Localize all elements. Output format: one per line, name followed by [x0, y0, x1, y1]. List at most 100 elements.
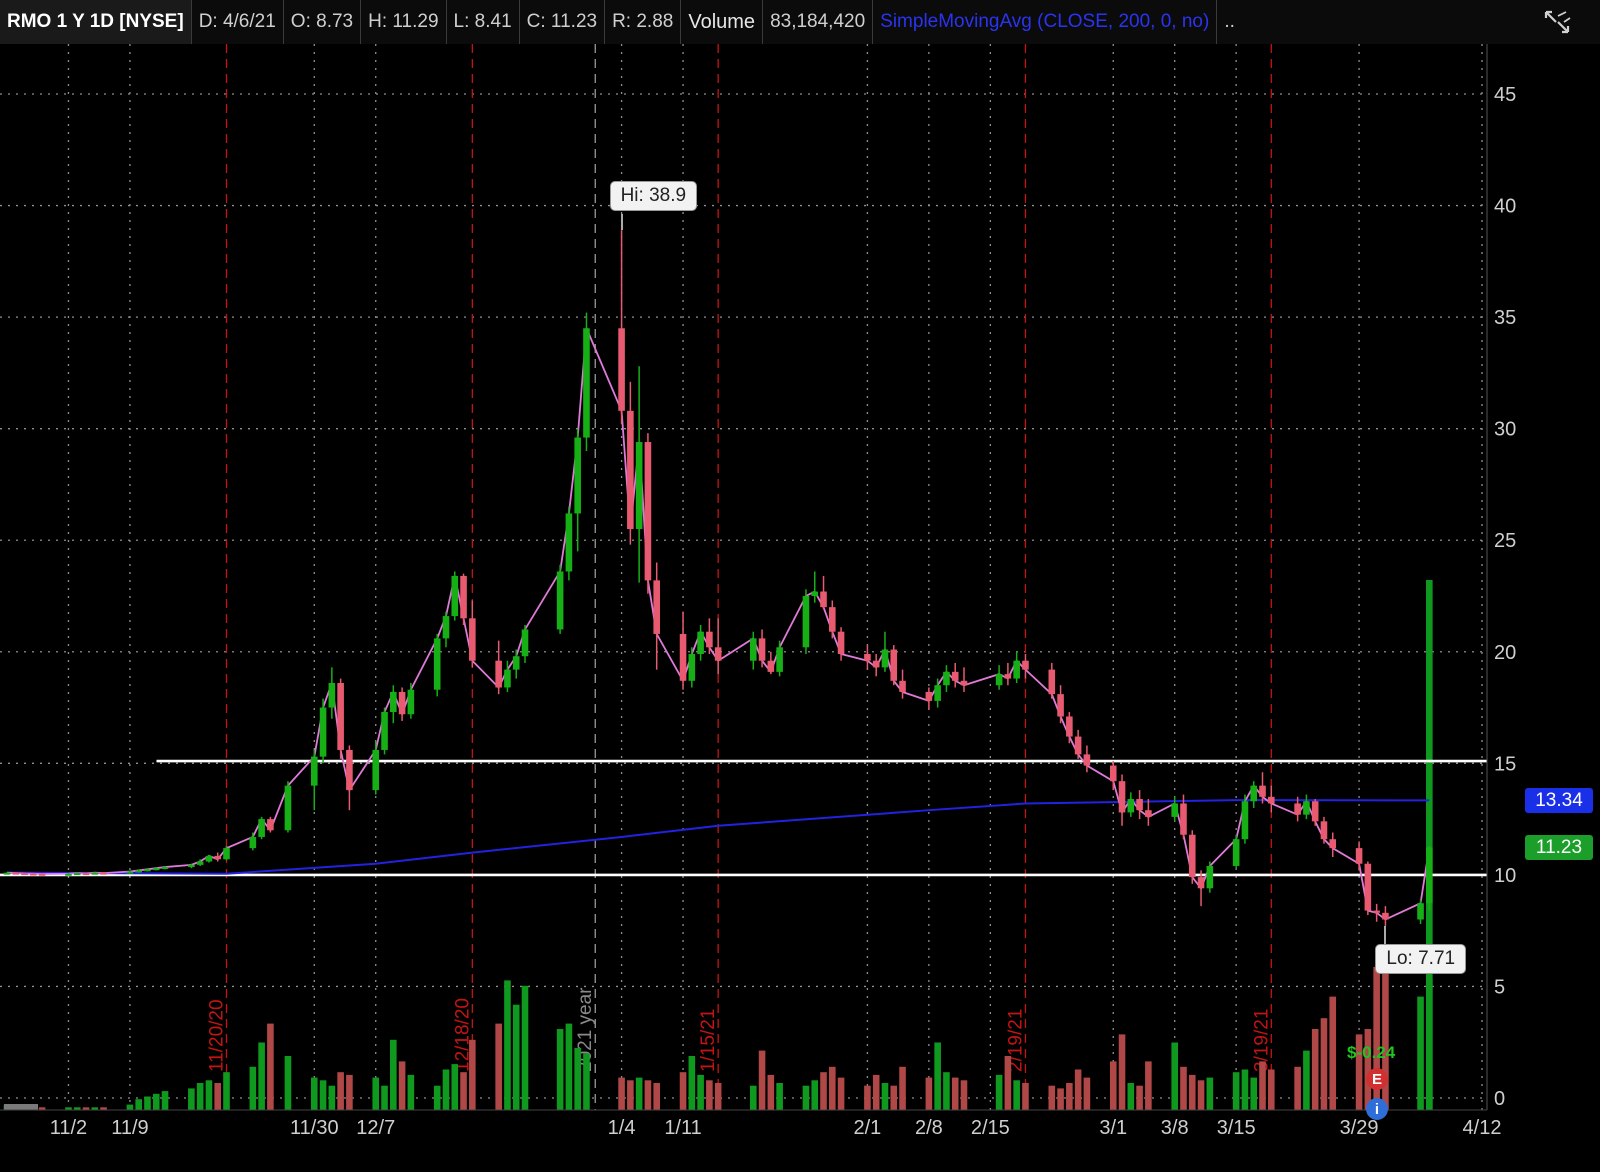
expiration-label: 1/15/21 [698, 1009, 719, 1072]
date-tick-label: 3/15 [1217, 1117, 1256, 1139]
candle-body [1373, 910, 1380, 913]
candle-body [398, 691, 406, 715]
candle-body [521, 629, 529, 657]
volume-bar [872, 1074, 880, 1110]
price-tick-label: 35 [1494, 307, 1516, 329]
dividend-label[interactable]: $-0.24 [1347, 1043, 1395, 1063]
candle-body [758, 638, 766, 661]
date-tick-label: 2/8 [915, 1117, 943, 1139]
support-resistance-lines [0, 759, 1487, 877]
volume-bar [1197, 1080, 1205, 1110]
candle-body [65, 873, 72, 876]
candle-body [767, 660, 775, 672]
candle-body [749, 638, 757, 661]
earnings-icon[interactable]: E [1366, 1068, 1388, 1090]
volume-bar [574, 1047, 581, 1110]
candle-body [899, 680, 906, 692]
volume-bar [460, 1072, 467, 1110]
volume-bar [1303, 1050, 1310, 1110]
volume-bar [267, 1023, 274, 1110]
volume-bar [451, 1064, 459, 1110]
date-readout: D: 4/6/21 [192, 0, 284, 44]
date-tick-label: 4/12 [1463, 1117, 1502, 1139]
volume-bar [442, 1069, 450, 1110]
info-icon[interactable]: i [1366, 1098, 1388, 1120]
low-readout: L: 8.41 [447, 0, 520, 44]
collapse-arrows-icon[interactable] [1542, 8, 1572, 36]
candle-body [223, 848, 230, 860]
volume-bar [1136, 1085, 1143, 1110]
candle-body [556, 571, 564, 630]
candle-body [1127, 799, 1135, 813]
candle-body [820, 591, 827, 608]
more-studies[interactable]: .. [1217, 0, 1242, 44]
volume-bar [1109, 1061, 1117, 1110]
volume-bar [372, 1077, 380, 1110]
candle-body [1294, 803, 1301, 815]
volume-bar [653, 1083, 660, 1110]
volume-bar [1250, 1077, 1258, 1110]
volume-bar [346, 1074, 353, 1110]
candle-body [512, 656, 520, 670]
volume-bar [1013, 1080, 1020, 1110]
volume-bar [925, 1077, 933, 1110]
candle-body [91, 872, 99, 875]
candle-body [943, 671, 950, 686]
volume-bar [697, 1074, 704, 1110]
volume-bar [934, 1042, 941, 1110]
volume-bar [1206, 1077, 1214, 1110]
candle-body [1417, 903, 1424, 920]
volume-bar [776, 1083, 783, 1110]
candle-body [284, 785, 292, 831]
volume-bar [504, 980, 511, 1110]
volume-bar [381, 1085, 388, 1110]
candle-body [951, 671, 959, 681]
candle-body [995, 674, 1003, 686]
symbol-title[interactable]: RMO 1 Y 1D [NYSE] [0, 0, 192, 44]
volume-bar [644, 1080, 652, 1110]
volume-bar [960, 1080, 968, 1110]
volume-bar [1057, 1088, 1064, 1110]
candle-body [1109, 765, 1117, 782]
date-markers: 11/20/20 12/18/20 1/15/21 2/19/21 3/19/21202… [206, 44, 1272, 1110]
candle-body [451, 575, 459, 617]
volume-bar [126, 1104, 134, 1110]
price-tick-label: 20 [1494, 642, 1516, 664]
candle-body [1171, 803, 1179, 817]
candle-body [1145, 810, 1152, 817]
candle-body [161, 867, 169, 870]
candle-body [100, 872, 107, 875]
volume-bar [583, 1053, 590, 1110]
candle-body [1267, 796, 1275, 804]
candle-body [688, 654, 696, 681]
date-tick-label: 11/30 [290, 1117, 339, 1139]
candle-body [653, 580, 660, 634]
candle-body [205, 855, 213, 862]
volume-bar [1066, 1083, 1073, 1110]
price-chart[interactable]: 11/20/20 12/18/20 1/15/21 2/19/21 3/19/21202… [0, 44, 1600, 1172]
price-tick-label: 30 [1494, 419, 1516, 441]
volume-bar [469, 1039, 476, 1110]
candle-body [1259, 785, 1266, 797]
volume-bar [319, 1080, 327, 1110]
volume-bar [802, 1085, 810, 1110]
candle-body [1136, 799, 1143, 811]
volume-bar [688, 1056, 696, 1110]
volume-bar [196, 1083, 204, 1110]
candle-body [837, 631, 845, 655]
candle-body [1180, 803, 1187, 835]
volume-bar [188, 1088, 195, 1110]
candle-body [3, 872, 11, 875]
candle-body [433, 638, 441, 690]
candle-body [776, 647, 783, 672]
candle-body [381, 712, 388, 750]
candle-body [442, 616, 450, 639]
volume-bar [495, 1023, 502, 1110]
candle-body [196, 861, 204, 865]
price-tick-label: 40 [1494, 196, 1516, 218]
price-tick-label: 5 [1494, 976, 1505, 998]
date-tick-label: 3/1 [1099, 1117, 1127, 1139]
sma-study-label[interactable]: SimpleMovingAvg (CLOSE, 200, 0, no) [873, 0, 1218, 44]
date-tick-label: 1/11 [664, 1117, 701, 1139]
volume-bar [943, 1072, 950, 1110]
